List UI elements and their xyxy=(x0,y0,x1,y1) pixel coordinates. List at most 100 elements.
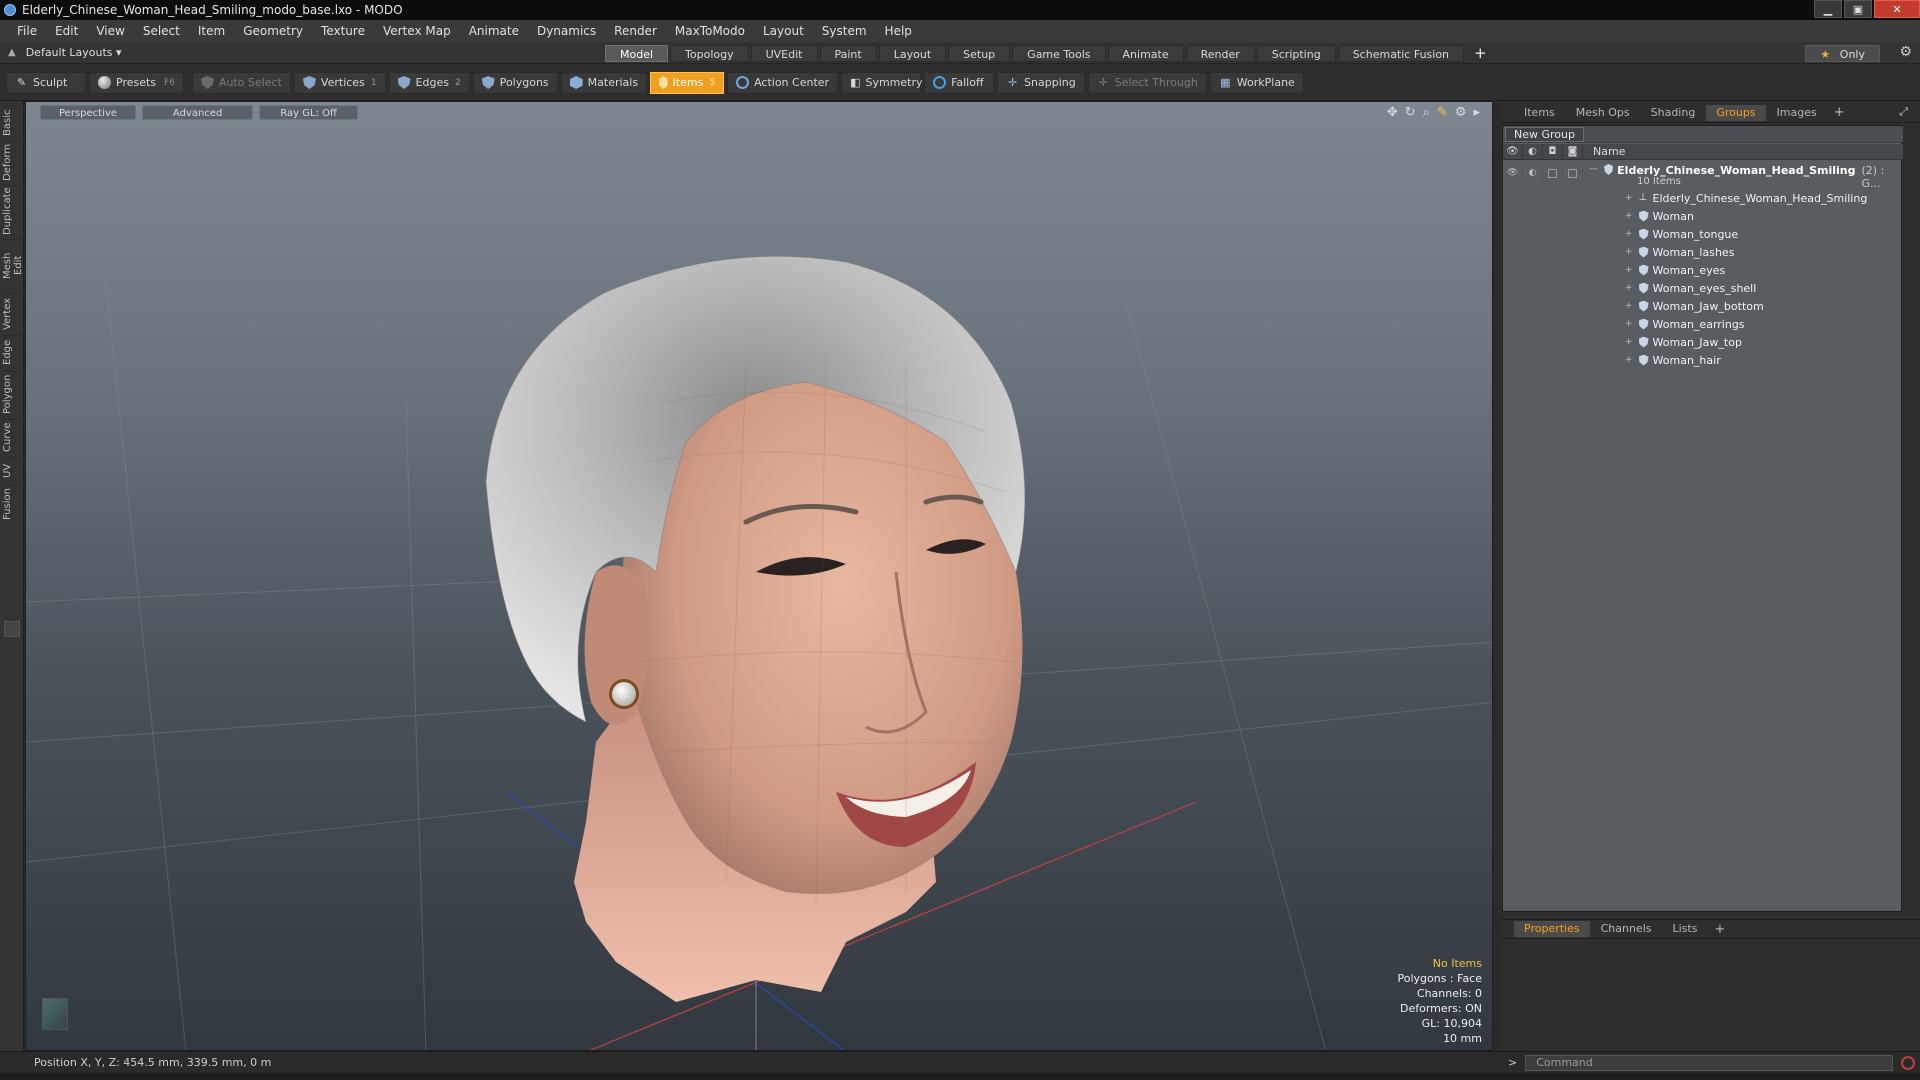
tab-lists[interactable]: Lists xyxy=(1663,921,1708,937)
edges-button[interactable]: Edges 2 xyxy=(388,71,470,94)
expand-icon[interactable]: + xyxy=(1625,301,1633,311)
tab-groups[interactable]: Groups xyxy=(1706,104,1766,121)
tab-items[interactable]: Items xyxy=(1514,105,1565,121)
list-item[interactable]: + Woman_eyes xyxy=(1503,261,1903,279)
add-tab-button[interactable]: + xyxy=(1466,45,1495,62)
gear-icon[interactable]: ⚙ xyxy=(1899,44,1912,60)
vtab-uv[interactable]: UV xyxy=(2,457,22,483)
vtab-basic[interactable]: Basic xyxy=(2,105,22,139)
group-row[interactable]: 👁 ◐ — Elderly_Chinese_Woman_Head_Smiling… xyxy=(1503,161,1903,190)
expand-icon[interactable]: + xyxy=(1625,193,1633,203)
menu-view[interactable]: View xyxy=(87,24,133,38)
select-through-button[interactable]: ✛ Select Through xyxy=(1087,71,1207,94)
list-item[interactable]: + Woman_hair xyxy=(1503,351,1903,369)
menu-file[interactable]: File xyxy=(8,24,46,38)
menu-item[interactable]: Item xyxy=(189,24,234,38)
expand-icon[interactable]: + xyxy=(1625,283,1633,293)
items-button[interactable]: Items 5 xyxy=(650,71,725,94)
menu-animate[interactable]: Animate xyxy=(460,24,528,38)
tab-topology[interactable]: Topology xyxy=(670,45,749,62)
list-item[interactable]: + Woman_Jaw_bottom xyxy=(1503,297,1903,315)
minimize-button[interactable]: ▁ xyxy=(1814,0,1842,18)
menu-geometry[interactable]: Geometry xyxy=(234,24,312,38)
rotate-icon[interactable]: ↻ xyxy=(1405,105,1416,120)
group-select-toggle[interactable] xyxy=(1563,164,1583,182)
list-item[interactable]: + ⊥ Elderly_Chinese_Woman_Head_Smiling xyxy=(1503,189,1903,207)
vtab-mesh-edit[interactable]: Mesh Edit xyxy=(2,239,24,291)
snapping-button[interactable]: ✛ Snapping xyxy=(997,71,1085,94)
tab-shading[interactable]: Shading xyxy=(1641,105,1706,121)
list-item[interactable]: + Woman_eyes_shell xyxy=(1503,279,1903,297)
vtab-curve[interactable]: Curve xyxy=(2,419,22,455)
strip-toggle-button[interactable] xyxy=(4,621,20,637)
expand-icon[interactable]: + xyxy=(1625,337,1633,347)
add-properties-tab-button[interactable]: + xyxy=(1714,922,1725,937)
expand-icon[interactable]: + xyxy=(1625,355,1633,365)
menu-select[interactable]: Select xyxy=(134,24,189,38)
shading-mode-button[interactable]: Advanced xyxy=(141,105,254,120)
maximize-panel-icon[interactable]: ⤢ xyxy=(1899,105,1908,119)
expand-icon[interactable]: + xyxy=(1625,211,1633,221)
list-item[interactable]: + Woman xyxy=(1503,207,1903,225)
expand-icon[interactable]: + xyxy=(1625,265,1633,275)
list-item[interactable]: + Woman_Jaw_top xyxy=(1503,333,1903,351)
vtab-fusion[interactable]: Fusion xyxy=(2,485,22,523)
pan-icon[interactable]: ✥ xyxy=(1387,105,1398,120)
tab-layout[interactable]: Layout xyxy=(878,45,947,62)
tab-game-tools[interactable]: Game Tools xyxy=(1012,45,1106,62)
add-panel-tab-button[interactable]: + xyxy=(1834,105,1845,120)
command-stop-icon[interactable] xyxy=(1901,1055,1916,1070)
render-icon[interactable]: ◐ xyxy=(1523,143,1543,160)
tab-channels[interactable]: Channels xyxy=(1591,921,1662,937)
expand-icon[interactable]: + xyxy=(1625,319,1633,329)
3d-viewport[interactable]: Perspective Advanced Ray GL: Off ✥ ↻ ⌕ ✎… xyxy=(25,101,1493,1051)
menu-layout[interactable]: Layout xyxy=(754,24,813,38)
tab-mesh-ops[interactable]: Mesh Ops xyxy=(1566,105,1640,121)
sculpt-button[interactable]: ✎ Sculpt xyxy=(6,71,86,94)
only-button[interactable]: ★ Only xyxy=(1805,45,1880,62)
group-render-toggle[interactable]: ◐ xyxy=(1523,164,1543,182)
auto-select-button[interactable]: Auto Select xyxy=(191,71,291,94)
raygl-button[interactable]: Ray GL: Off xyxy=(259,105,358,120)
workplane-button[interactable]: ▦ WorkPlane xyxy=(1209,71,1304,94)
new-group-button[interactable]: New Group xyxy=(1505,127,1584,142)
tab-scripting[interactable]: Scripting xyxy=(1256,45,1336,62)
tab-images[interactable]: Images xyxy=(1767,105,1827,121)
default-layouts-dropdown[interactable]: ▲ Default Layouts ▾ xyxy=(0,42,130,64)
paint-icon[interactable]: ✎ xyxy=(1437,105,1448,120)
command-arrow-icon[interactable]: > xyxy=(1508,1056,1517,1069)
play-arrow-icon[interactable]: ▸ xyxy=(1473,105,1480,120)
menu-maxtomodo[interactable]: MaxToModo xyxy=(666,24,754,38)
tab-paint[interactable]: Paint xyxy=(819,45,877,62)
vtab-edge[interactable]: Edge xyxy=(2,335,22,369)
menu-dynamics[interactable]: Dynamics xyxy=(528,24,605,38)
group-visibility-eye-icon[interactable]: 👁 xyxy=(1503,164,1523,182)
lock-icon[interactable]: ◘ xyxy=(1543,143,1563,160)
materials-button[interactable]: Materials xyxy=(560,71,648,94)
list-item[interactable]: + Woman_earrings xyxy=(1503,315,1903,333)
collapse-icon[interactable]: — xyxy=(1589,164,1598,174)
tab-animate[interactable]: Animate xyxy=(1107,45,1184,62)
visibility-eye-icon[interactable]: 👁 xyxy=(1503,143,1523,160)
vertices-button[interactable]: Vertices 1 xyxy=(293,71,386,94)
group-lock-toggle[interactable] xyxy=(1543,164,1563,182)
presets-button[interactable]: Presets F6 xyxy=(89,71,184,94)
menu-help[interactable]: Help xyxy=(876,24,921,38)
collapse-up-icon[interactable]: ▲ xyxy=(8,47,16,58)
tab-setup[interactable]: Setup xyxy=(948,45,1011,62)
tab-properties[interactable]: Properties xyxy=(1514,921,1590,937)
vtab-polygon[interactable]: Polygon xyxy=(2,371,22,417)
tab-schematic-fusion[interactable]: Schematic Fusion xyxy=(1337,45,1465,62)
tab-model[interactable]: Model xyxy=(605,45,669,62)
action-center-button[interactable]: Action Center xyxy=(727,71,839,94)
axis-orientation-cube[interactable] xyxy=(42,998,68,1030)
menu-vertex-map[interactable]: Vertex Map xyxy=(374,24,460,38)
symmetry-button[interactable]: ◧ Symmetry xyxy=(841,71,923,94)
vtab-vertex[interactable]: Vertex xyxy=(2,293,22,333)
menu-system[interactable]: System xyxy=(813,24,876,38)
view-mode-button[interactable]: Perspective xyxy=(40,105,136,120)
polygons-button[interactable]: Polygons xyxy=(472,71,558,94)
zoom-icon[interactable]: ⌕ xyxy=(1423,105,1430,120)
expand-icon[interactable]: + xyxy=(1625,247,1633,257)
tab-render[interactable]: Render xyxy=(1185,45,1255,62)
